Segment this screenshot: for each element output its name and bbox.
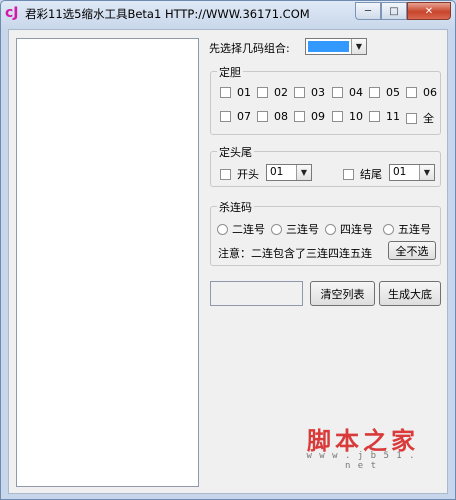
radio-dot[interactable] [217, 223, 228, 235]
minimize-button[interactable]: ─ [355, 2, 381, 20]
kill-note: 注意：二连包含了三连四连五连 [218, 247, 372, 260]
radio-label: 二连号 [232, 223, 265, 236]
count-output-box[interactable] [210, 281, 303, 306]
checkbox-dan-01[interactable]: 01 [220, 86, 251, 99]
checkbox-box[interactable] [406, 87, 417, 98]
minimize-icon: ─ [364, 5, 372, 17]
checkbox-box[interactable] [220, 87, 231, 98]
selection-highlight [308, 41, 349, 52]
tail-select-value: 01 [393, 166, 407, 178]
checkbox-head[interactable]: 开头 [220, 166, 259, 182]
checkbox-label: 06 [423, 86, 437, 99]
radio-dot[interactable] [383, 223, 394, 235]
checkbox-dan-02[interactable]: 02 [257, 86, 288, 99]
checkbox-label: 01 [237, 86, 251, 99]
checkbox-box[interactable] [369, 87, 380, 98]
radio-dot[interactable] [325, 223, 336, 235]
head-select[interactable]: 01 ▼ [266, 164, 312, 181]
group-dingdan: 定胆 01 02 03 04 05 06 07 08 09 10 11 全 [210, 64, 441, 135]
group-head-tail-title: 定头尾 [217, 144, 254, 160]
window-title: 君彩11选5缩水工具Beta1 HTTP://WWW.36171.COM [25, 7, 310, 21]
close-button[interactable]: ✕ [407, 2, 451, 20]
checkbox-label: 08 [274, 110, 288, 123]
checkbox-box[interactable] [406, 112, 417, 124]
checkbox-label: 05 [386, 86, 400, 99]
chevron-down-icon[interactable]: ▼ [351, 39, 366, 54]
checkbox-box[interactable] [332, 87, 343, 98]
chevron-down-icon[interactable]: ▼ [296, 165, 311, 180]
checkbox-label: 07 [237, 110, 251, 123]
generate-button[interactable]: 生成大底 [379, 281, 441, 306]
checkbox-label: 开头 [237, 168, 259, 181]
radio-label: 五连号 [398, 223, 431, 236]
maximize-button[interactable]: □ [381, 2, 407, 20]
checkbox-label: 09 [311, 110, 325, 123]
checkbox-box[interactable] [369, 111, 380, 122]
radio-kill-5[interactable]: 五连号 [383, 221, 431, 237]
checkbox-dan-08[interactable]: 08 [257, 110, 288, 123]
maximize-icon: □ [389, 5, 399, 17]
checkbox-dan-04[interactable]: 04 [332, 86, 363, 99]
close-icon: ✕ [424, 5, 434, 17]
checkbox-label: 10 [349, 110, 363, 123]
checkbox-box[interactable] [257, 111, 268, 122]
checkbox-label: 02 [274, 86, 288, 99]
checkbox-dan-07[interactable]: 07 [220, 110, 251, 123]
checkbox-label: 全 [423, 112, 434, 125]
checkbox-box[interactable] [294, 111, 305, 122]
checkbox-box[interactable] [257, 87, 268, 98]
head-select-value: 01 [270, 166, 284, 178]
checkbox-dan-05[interactable]: 05 [369, 86, 400, 99]
app-logo-icon: cJ [5, 5, 19, 21]
checkbox-label: 04 [349, 86, 363, 99]
checkbox-label: 11 [386, 110, 400, 123]
radio-kill-4[interactable]: 四连号 [325, 221, 373, 237]
radio-label: 四连号 [340, 223, 373, 236]
select-none-button[interactable]: 全不选 [388, 241, 436, 260]
checkbox-dan-11[interactable]: 11 [369, 110, 400, 123]
combo-select-label: 先选择几码组合: [209, 42, 290, 55]
title-bar[interactable]: cJ 君彩11选5缩水工具Beta1 HTTP://WWW.36171.COM … [1, 1, 455, 27]
checkbox-dan-06[interactable]: 06 [406, 86, 437, 99]
watermark-url: w w w . j b 5 1 . n e t [306, 451, 416, 471]
radio-dot[interactable] [271, 223, 282, 235]
app-window: cJ 君彩11选5缩水工具Beta1 HTTP://WWW.36171.COM … [0, 0, 456, 500]
checkbox-box[interactable] [343, 168, 354, 180]
combo-count-select[interactable]: ▼ [305, 38, 367, 55]
tail-select[interactable]: 01 ▼ [389, 164, 435, 181]
group-dingdan-title: 定胆 [217, 64, 243, 80]
radio-kill-3[interactable]: 三连号 [271, 221, 319, 237]
clear-list-button[interactable]: 清空列表 [310, 281, 375, 306]
result-list[interactable] [16, 38, 199, 487]
caption-buttons: ─ □ ✕ [355, 2, 451, 20]
radio-kill-2[interactable]: 二连号 [217, 221, 265, 237]
group-kill: 杀连码 二连号 三连号 四连号 五连号 注意：二连包含了三连四连五连 全不选 [210, 199, 441, 266]
chevron-down-icon[interactable]: ▼ [419, 165, 434, 180]
checkbox-dan-09[interactable]: 09 [294, 110, 325, 123]
radio-label: 三连号 [286, 223, 319, 236]
checkbox-box[interactable] [294, 87, 305, 98]
checkbox-label: 结尾 [360, 168, 382, 181]
checkbox-box[interactable] [220, 168, 231, 180]
checkbox-tail[interactable]: 结尾 [343, 166, 382, 182]
group-kill-title: 杀连码 [217, 199, 254, 215]
checkbox-box[interactable] [332, 111, 343, 122]
group-head-tail: 定头尾 开头 01 ▼ 结尾 01 ▼ [210, 144, 441, 187]
checkbox-dan-10[interactable]: 10 [332, 110, 363, 123]
checkbox-label: 03 [311, 86, 325, 99]
checkbox-dan-03[interactable]: 03 [294, 86, 325, 99]
checkbox-box[interactable] [220, 111, 231, 122]
checkbox-dan-all[interactable]: 全 [406, 110, 434, 126]
